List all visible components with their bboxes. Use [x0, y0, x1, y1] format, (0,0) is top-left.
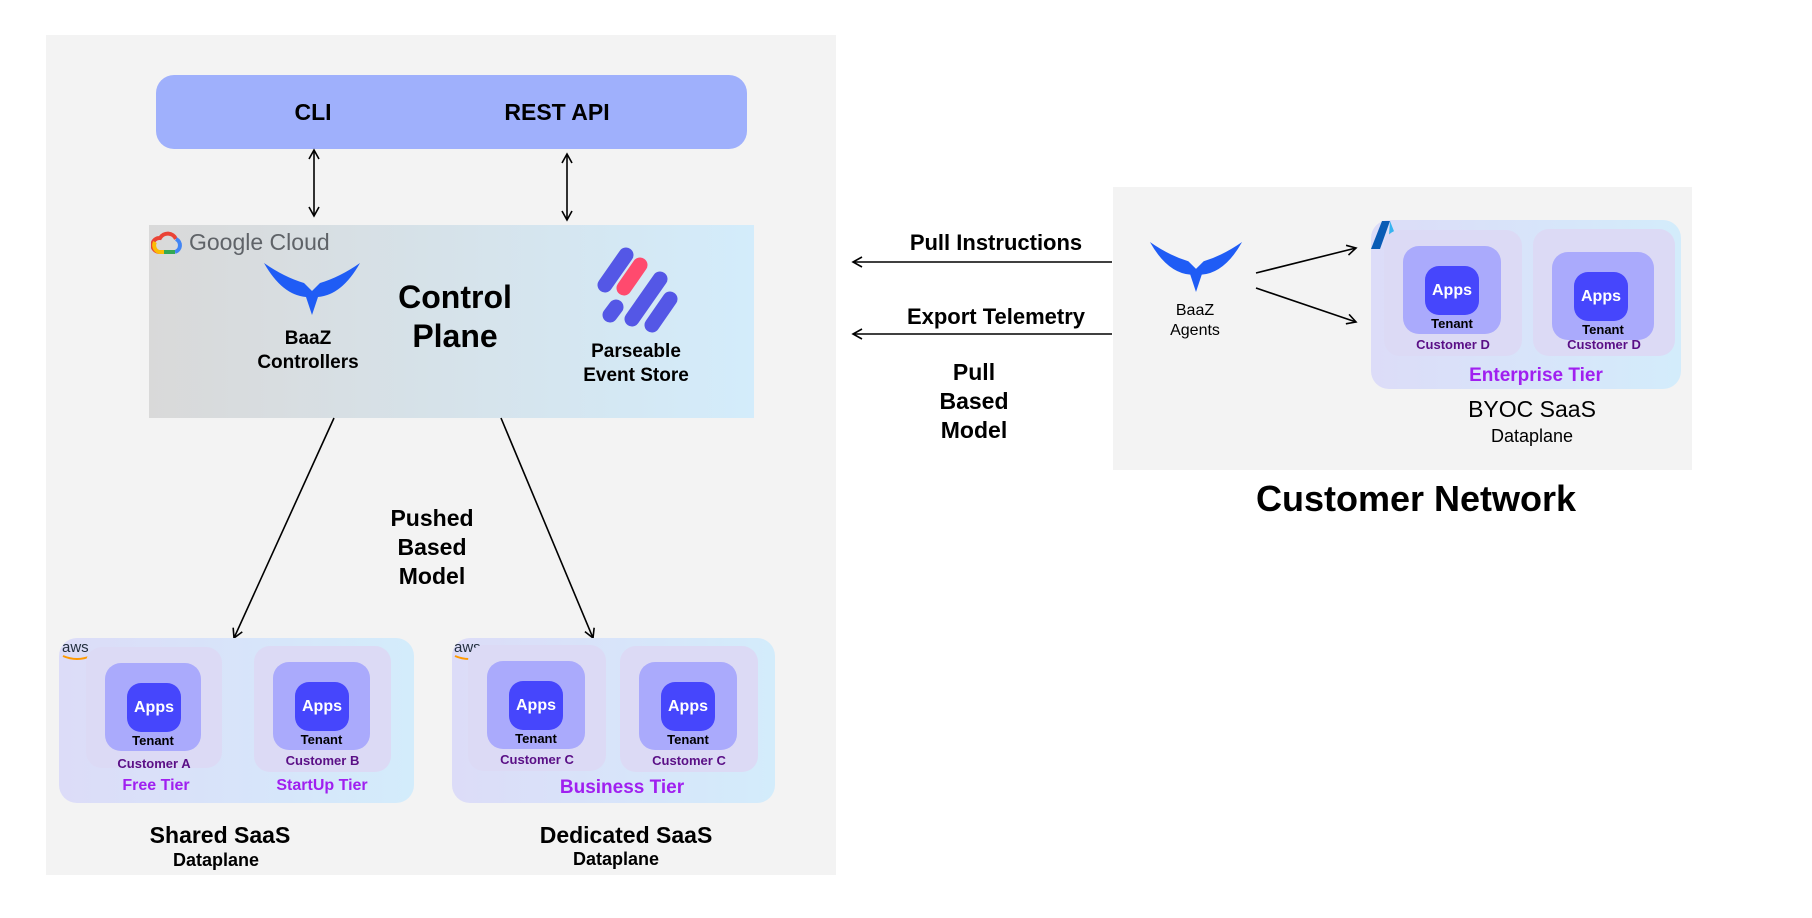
customer-card: Apps Tenant Customer B	[254, 646, 391, 772]
shared-saas-subtitle: Dataplane	[172, 850, 260, 870]
tenant-box: Apps Tenant	[273, 662, 370, 750]
customer-network-title: Customer Network	[1255, 478, 1577, 519]
tenant-box: Apps Tenant	[487, 661, 585, 749]
pull-instructions-label: Pull Instructions	[909, 230, 1083, 255]
apps-tile: Apps	[1425, 266, 1479, 315]
apps-tile: Apps	[295, 682, 349, 731]
customer-card: Apps Tenant Customer C	[620, 646, 758, 772]
export-telemetry-label: Export Telemetry	[906, 304, 1086, 329]
apps-tile: Apps	[509, 681, 563, 730]
tier-label: StartUp Tier	[276, 777, 368, 794]
dedicated-push-arrow	[500, 417, 595, 640]
pushed-model-label: Pushed Based Model	[390, 505, 474, 589]
baaz-agents-bird-icon	[1149, 242, 1243, 292]
customer-card: Apps Tenant Customer D	[1533, 229, 1675, 356]
tier-label: Free Tier	[122, 777, 190, 794]
pull-model-label: Pull Based Model	[939, 359, 1009, 443]
apps-tile: Apps	[661, 682, 715, 731]
customer-card: Apps Tenant Customer D	[1384, 230, 1522, 356]
byoc-saas-title: BYOC SaaS	[1468, 396, 1596, 422]
agent-arrow-1	[1255, 244, 1358, 274]
tenant-box: Apps Tenant	[1403, 246, 1501, 334]
customer-card: Apps Tenant Customer C	[468, 645, 606, 771]
shared-push-arrow	[232, 417, 335, 640]
tenant-box: Apps Tenant	[639, 662, 737, 750]
dedicated-saas-title: Dedicated SaaS	[539, 822, 713, 848]
tenant-box: Apps Tenant	[1552, 252, 1654, 340]
customer-card: Apps Tenant Customer A	[86, 647, 222, 771]
apps-tile: Apps	[127, 683, 181, 732]
byoc-saas-subtitle: Dataplane	[1490, 426, 1574, 446]
apps-tile: Apps	[1574, 272, 1628, 321]
tier-label: Business Tier	[559, 777, 685, 798]
agent-arrow-2	[1255, 287, 1358, 325]
baaz-agents-label: BaaZ Agents	[1170, 302, 1220, 339]
tenant-box: Apps Tenant	[105, 663, 201, 751]
shared-saas-title: Shared SaaS	[149, 822, 291, 848]
tier-label: Enterprise Tier	[1469, 365, 1603, 386]
dedicated-saas-subtitle: Dataplane	[572, 849, 660, 869]
